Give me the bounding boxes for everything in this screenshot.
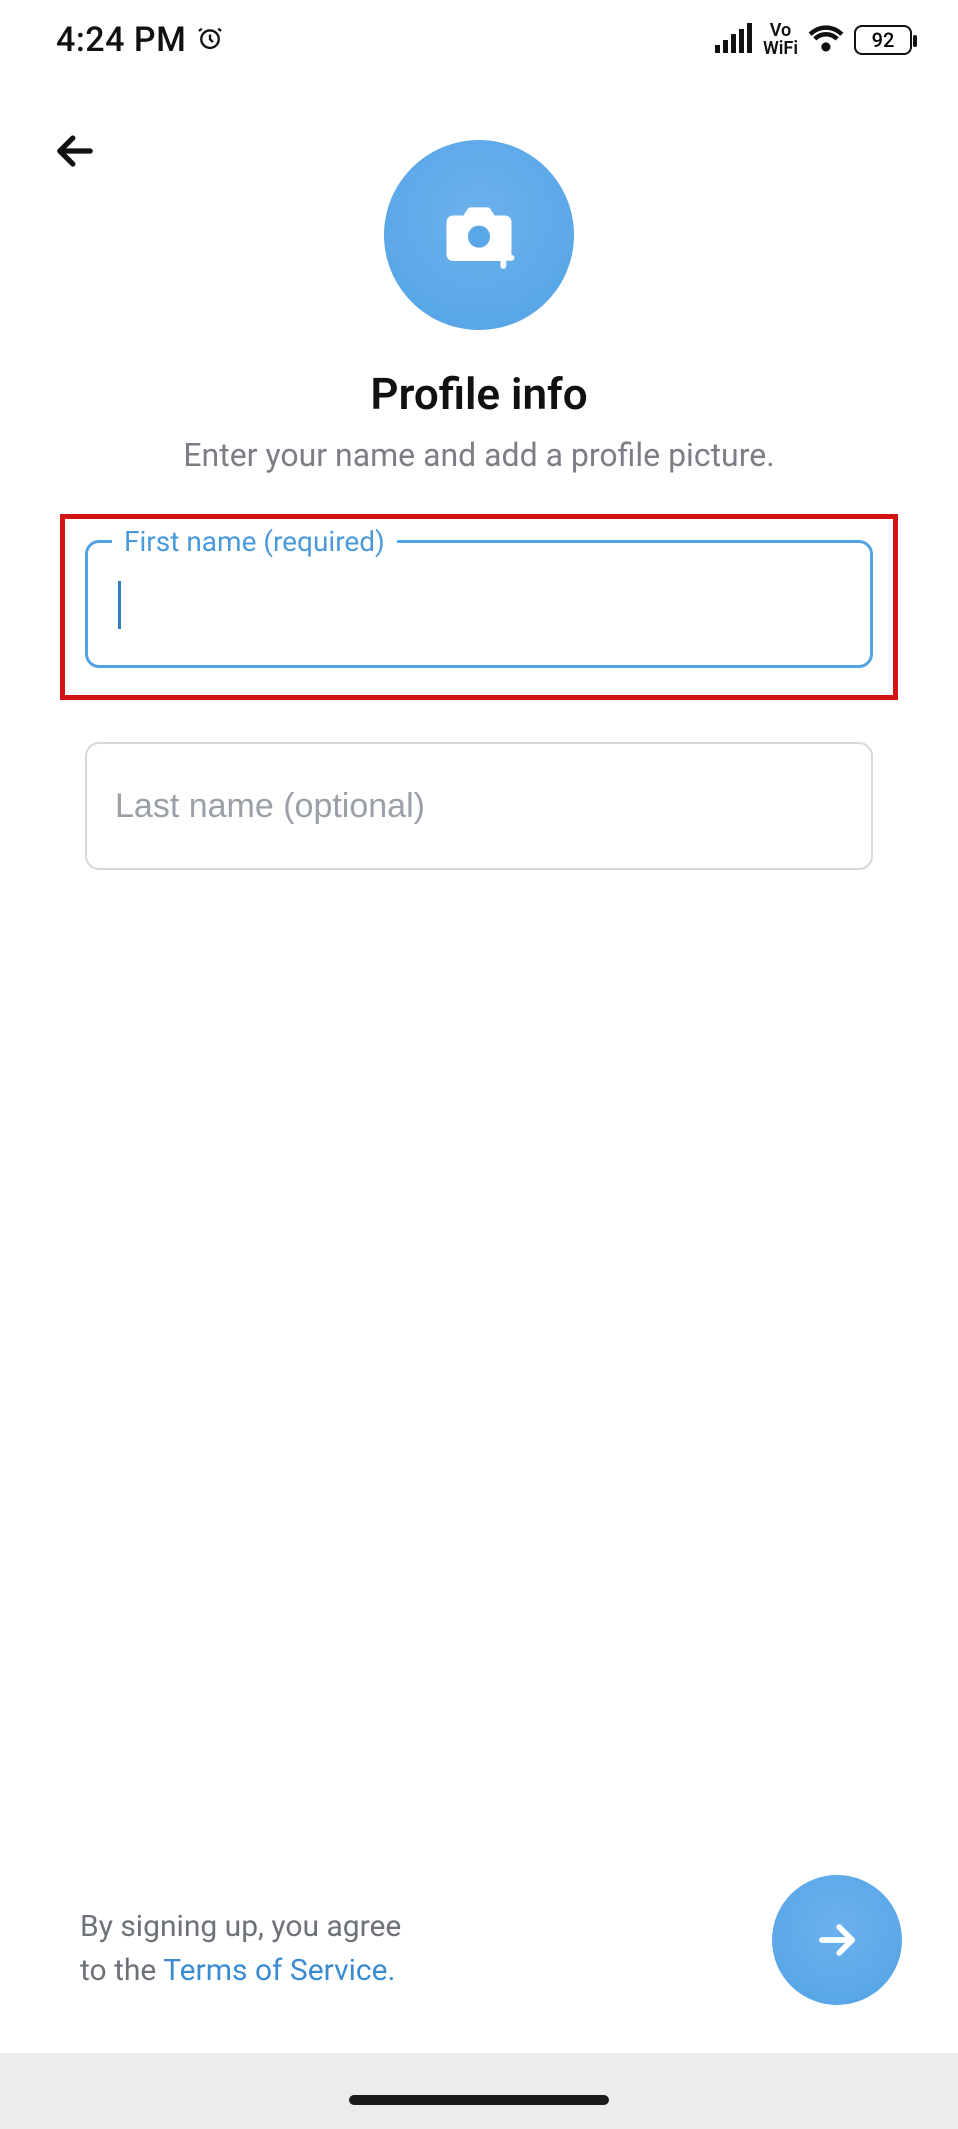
signup-terms-text: By signing up, you agree to the Terms of… bbox=[80, 1905, 401, 1993]
page-subtitle: Enter your name and add a profile pictur… bbox=[0, 436, 958, 474]
vowifi-indicator: Vo WiFi bbox=[763, 22, 798, 58]
alarm-icon bbox=[196, 24, 224, 56]
status-time: 4:24 PM bbox=[56, 20, 186, 60]
home-indicator[interactable] bbox=[349, 2095, 609, 2105]
first-name-field-wrap: First name (required) bbox=[85, 540, 873, 668]
status-left: 4:24 PM bbox=[56, 20, 224, 60]
first-name-input[interactable] bbox=[88, 543, 870, 665]
status-bar: 4:24 PM Vo WiFi bbox=[0, 0, 958, 80]
text-caret bbox=[118, 581, 121, 629]
next-button[interactable] bbox=[772, 1875, 902, 2005]
terms-of-service-link[interactable]: Terms of Service. bbox=[163, 1953, 395, 1988]
system-nav-bar bbox=[0, 2053, 958, 2129]
first-name-label: First name (required) bbox=[112, 525, 397, 558]
terms-line2-pre: to the bbox=[80, 1953, 163, 1988]
arrow-left-icon bbox=[49, 125, 101, 177]
camera-add-icon bbox=[440, 196, 518, 274]
vowifi-bottom: WiFi bbox=[763, 38, 798, 59]
back-button[interactable] bbox=[40, 116, 110, 186]
last-name-field-wrap bbox=[85, 742, 873, 870]
last-name-input[interactable] bbox=[87, 744, 871, 868]
add-profile-photo-button[interactable] bbox=[384, 140, 574, 330]
wifi-icon bbox=[808, 24, 844, 56]
status-right: Vo WiFi 92 bbox=[715, 22, 912, 58]
terms-line1: By signing up, you agree bbox=[80, 1909, 401, 1944]
battery-indicator: 92 bbox=[854, 25, 912, 55]
page-title: Profile info bbox=[0, 368, 958, 420]
cellular-signal-icon bbox=[715, 23, 753, 57]
arrow-right-icon bbox=[811, 1914, 863, 1966]
